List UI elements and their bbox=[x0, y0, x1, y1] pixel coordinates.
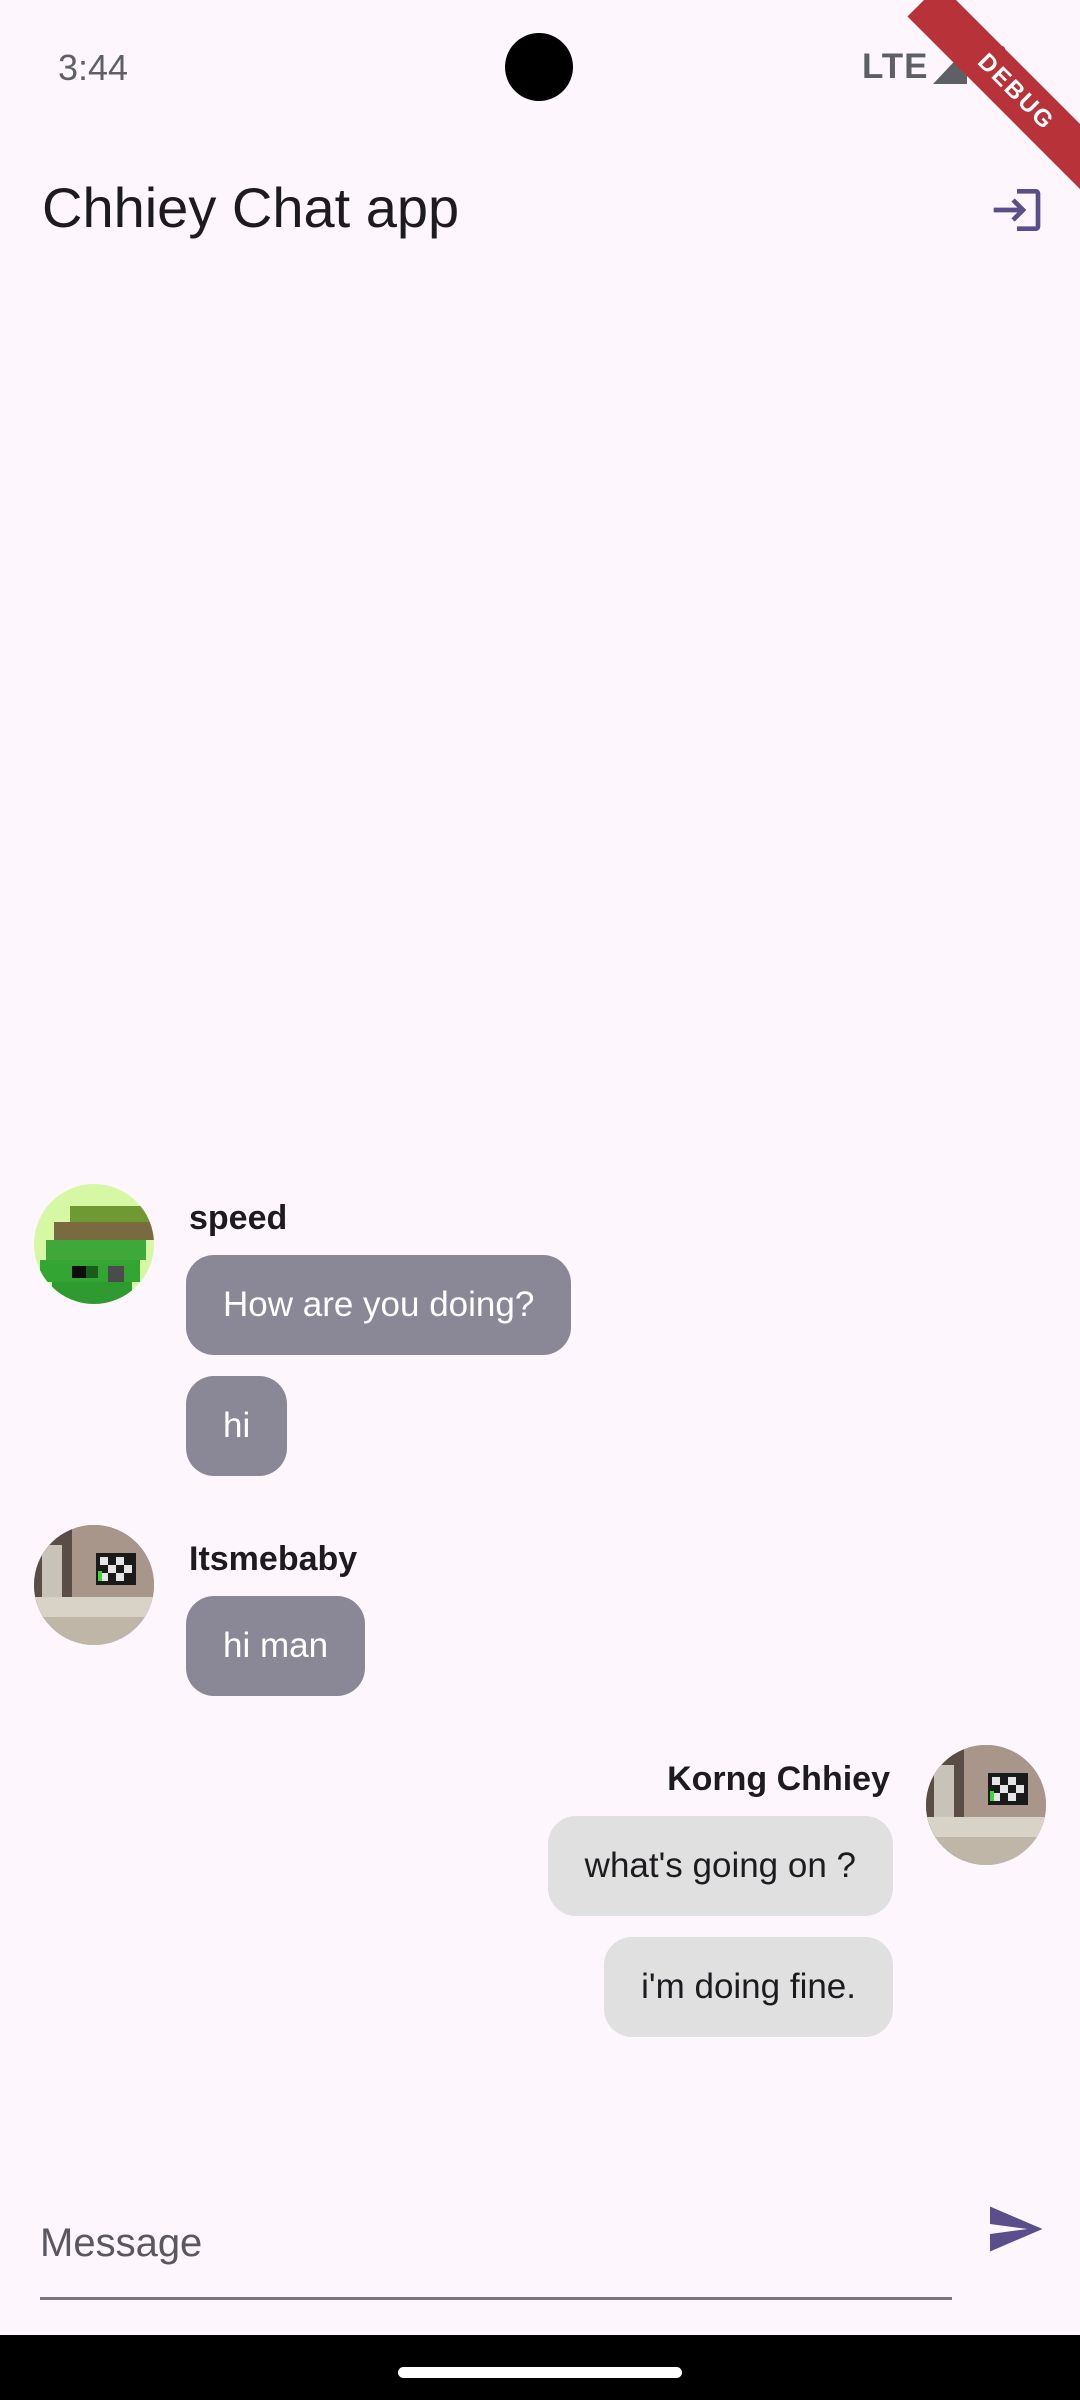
send-icon bbox=[990, 2206, 1043, 2252]
send-button[interactable] bbox=[978, 2192, 1052, 2266]
status-bar: 3:44 LTE DEBUG bbox=[0, 0, 1080, 201]
message-input[interactable] bbox=[40, 2190, 952, 2300]
message-bubble[interactable]: i'm doing fine. bbox=[604, 1937, 893, 2037]
avatar-itsmebaby[interactable] bbox=[34, 1525, 154, 1645]
room-photo-avatar-icon bbox=[926, 1745, 1046, 1865]
message-bubble[interactable]: hi bbox=[186, 1376, 288, 1476]
pixel-art-avatar-icon bbox=[34, 1184, 154, 1304]
room-photo-avatar-icon bbox=[34, 1525, 154, 1645]
status-time: 3:44 bbox=[58, 47, 129, 88]
sender-name: Itsmebaby bbox=[189, 1540, 358, 1578]
sender-name: speed bbox=[189, 1199, 288, 1237]
camera-cutout bbox=[505, 33, 573, 101]
sender-name: Korng Chhiey bbox=[667, 1760, 890, 1798]
home-handle[interactable] bbox=[398, 2367, 682, 2378]
navigation-bar bbox=[0, 2335, 1080, 2400]
avatar-korng-chhiey[interactable] bbox=[926, 1745, 1046, 1865]
message-bubble[interactable]: How are you doing? bbox=[186, 1255, 572, 1355]
logout-button[interactable] bbox=[982, 175, 1052, 245]
message-bubble[interactable]: what's going on ? bbox=[547, 1816, 893, 1916]
avatar-speed[interactable] bbox=[34, 1184, 154, 1304]
app-bar: Chhiey Chat app bbox=[0, 135, 1080, 285]
network-type: LTE bbox=[862, 47, 929, 86]
message-bubble[interactable]: hi man bbox=[186, 1596, 366, 1696]
logout-icon bbox=[993, 189, 1041, 231]
page-title: Chhiey Chat app bbox=[42, 176, 460, 239]
